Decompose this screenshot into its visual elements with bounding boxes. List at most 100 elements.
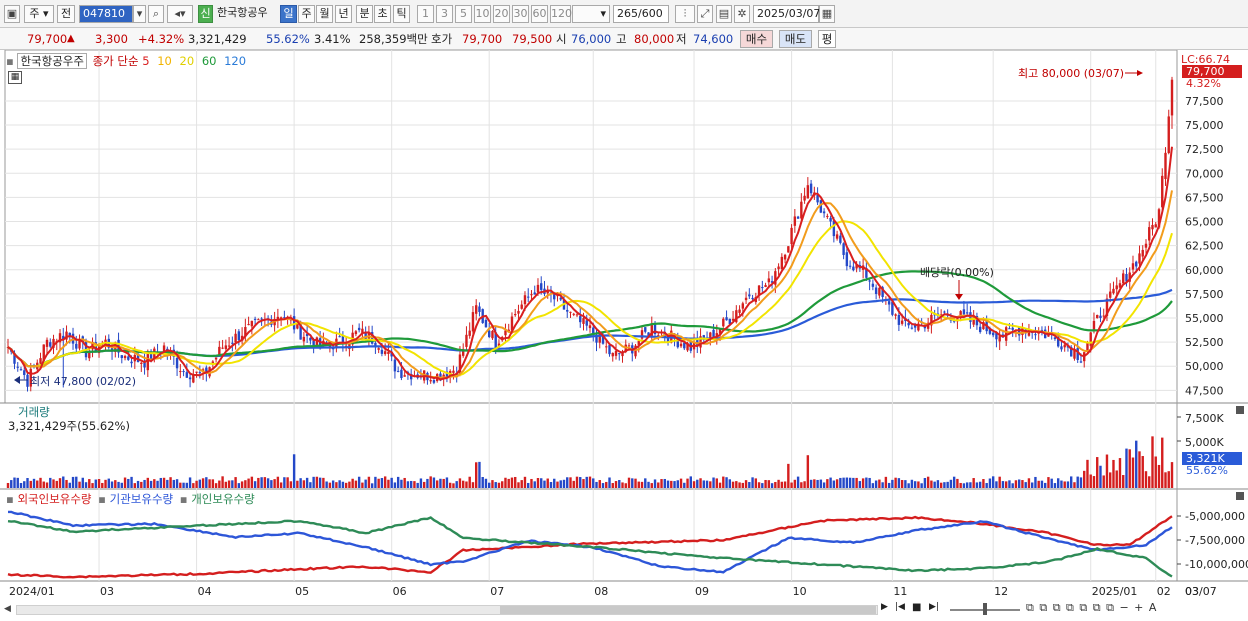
- buy-label: 매수: [745, 32, 768, 46]
- nav-last-icon[interactable]: ▶|: [929, 602, 943, 616]
- volume-bar: [884, 476, 888, 488]
- buy-button[interactable]: 매수: [740, 30, 773, 48]
- volume-tick-label: 7,500K: [1185, 412, 1224, 425]
- stock-code-input[interactable]: 047810: [79, 5, 133, 23]
- gear-icon[interactable]: ✲: [734, 5, 750, 23]
- volume-bar: [731, 481, 735, 488]
- interval-button-60[interactable]: 60: [531, 5, 548, 23]
- candle-body: [1034, 334, 1037, 336]
- candle-body: [185, 372, 189, 378]
- candle-body: [1131, 263, 1135, 270]
- code-dropdown-icon[interactable]: ▾: [133, 5, 146, 23]
- volume-bar: [549, 482, 553, 488]
- volume-bar: [62, 476, 65, 488]
- volume-bar: [1148, 476, 1151, 488]
- speaker-icon[interactable]: ◂▾: [167, 5, 193, 23]
- volume-bar: [289, 481, 293, 488]
- price-tick-label: 75,000: [1185, 119, 1224, 132]
- draw-tool-icon[interactable]: ⤢: [697, 5, 713, 23]
- nav-stop-icon[interactable]: ■: [912, 602, 926, 616]
- volume-bar: [10, 480, 13, 488]
- volume-bar: [101, 482, 104, 488]
- volume-bar: [910, 479, 914, 488]
- window-menu-icon[interactable]: ▣: [4, 5, 20, 23]
- volume-bar: [331, 480, 335, 488]
- period-button-5[interactable]: 초: [374, 5, 391, 23]
- interval-button-5[interactable]: 5: [455, 5, 472, 23]
- period-button-3[interactable]: 년: [335, 5, 352, 23]
- volume-bar: [374, 476, 377, 488]
- search-icon[interactable]: ⌕: [148, 5, 164, 23]
- sell-button[interactable]: 매도: [779, 30, 812, 48]
- volume-bar: [754, 478, 758, 488]
- table-icon[interactable]: ▦: [8, 71, 22, 84]
- period-button-4[interactable]: 분: [356, 5, 373, 23]
- interval-button-120[interactable]: 120: [550, 5, 572, 23]
- interval-button-3[interactable]: 3: [436, 5, 453, 23]
- candle-type-icon[interactable]: ⫶: [675, 5, 695, 23]
- count-input[interactable]: 265/600: [613, 5, 669, 23]
- volume-bar: [1066, 481, 1070, 488]
- interval-button-20[interactable]: 20: [493, 5, 510, 23]
- volume-bar: [1102, 475, 1105, 488]
- volume-bar: [949, 479, 953, 488]
- date-input[interactable]: 2025/03/07: [753, 5, 820, 23]
- calendar-icon[interactable]: ▦: [819, 5, 835, 23]
- current-price: 79,700: [27, 32, 68, 46]
- scrollbar-thumb[interactable]: [500, 606, 876, 614]
- period-button-2[interactable]: 월: [316, 5, 333, 23]
- interval-button-1[interactable]: 1: [417, 5, 434, 23]
- interval-dropdown[interactable]: ▾: [572, 5, 610, 23]
- volume-bar: [803, 481, 806, 488]
- chart-canvas[interactable]: 47,500 50,000 52,500 55,000 57,500 60,000 62,5…: [0, 50, 1248, 621]
- nav-first-icon[interactable]: |◀: [895, 602, 909, 616]
- volume-bar: [1034, 476, 1037, 488]
- volume-bar: [536, 478, 540, 488]
- volume-bar: [166, 479, 169, 488]
- volume-value: 3,321,429: [188, 32, 247, 46]
- candle-body: [832, 220, 836, 237]
- count-max: /600: [638, 7, 663, 20]
- volume-bar: [1047, 477, 1050, 488]
- volume-bar: [400, 479, 403, 488]
- volume-bar: [351, 478, 354, 488]
- volume-bar: [618, 480, 621, 488]
- interval-button-10[interactable]: 10: [474, 5, 491, 23]
- candle-body: [1011, 327, 1014, 330]
- volume-bar: [1144, 471, 1148, 488]
- interval-button-30[interactable]: 30: [512, 5, 529, 23]
- zoom-slider-handle[interactable]: [983, 603, 987, 615]
- x-tick-label: 07: [490, 585, 504, 598]
- evaluate-button[interactable]: 평: [818, 30, 836, 48]
- volume-bar: [270, 480, 273, 488]
- volume-bar: [1128, 449, 1131, 488]
- volume-bar: [517, 482, 520, 488]
- volume-bar: [370, 483, 374, 488]
- scroll-right-icon[interactable]: ▶: [881, 602, 893, 616]
- volume-bar: [364, 479, 367, 488]
- volume-bar: [546, 478, 549, 488]
- save-icon[interactable]: ▤: [716, 5, 732, 23]
- volume-bar: [338, 480, 341, 488]
- volume-bar: [728, 479, 732, 488]
- volume-bar: [1076, 476, 1079, 488]
- volume-bar: [566, 477, 569, 488]
- market-select[interactable]: 주 ▾: [24, 5, 54, 23]
- period-button-0[interactable]: 일: [280, 5, 297, 23]
- volume-bar: [670, 480, 673, 488]
- volume-bar: [959, 482, 962, 488]
- volume-bar: [510, 477, 514, 488]
- x-tick-label: 11: [893, 585, 907, 598]
- candle-body: [897, 315, 901, 325]
- candle-body: [614, 350, 618, 356]
- scroll-left-icon[interactable]: ◀: [4, 604, 14, 616]
- period-button-6[interactable]: 틱: [393, 5, 410, 23]
- chart-tools-icons[interactable]: ⧉ ⧉ ⧉ ⧉ ⧉ ⧉ ⧉ − + A: [1026, 601, 1244, 617]
- prefix-button[interactable]: 전: [57, 5, 75, 23]
- period-button-1[interactable]: 주: [298, 5, 315, 23]
- candle-body: [894, 314, 897, 316]
- volume-bar: [871, 483, 875, 488]
- volume-bar: [149, 480, 153, 488]
- volume-bar: [140, 481, 143, 488]
- candle-body: [806, 185, 810, 199]
